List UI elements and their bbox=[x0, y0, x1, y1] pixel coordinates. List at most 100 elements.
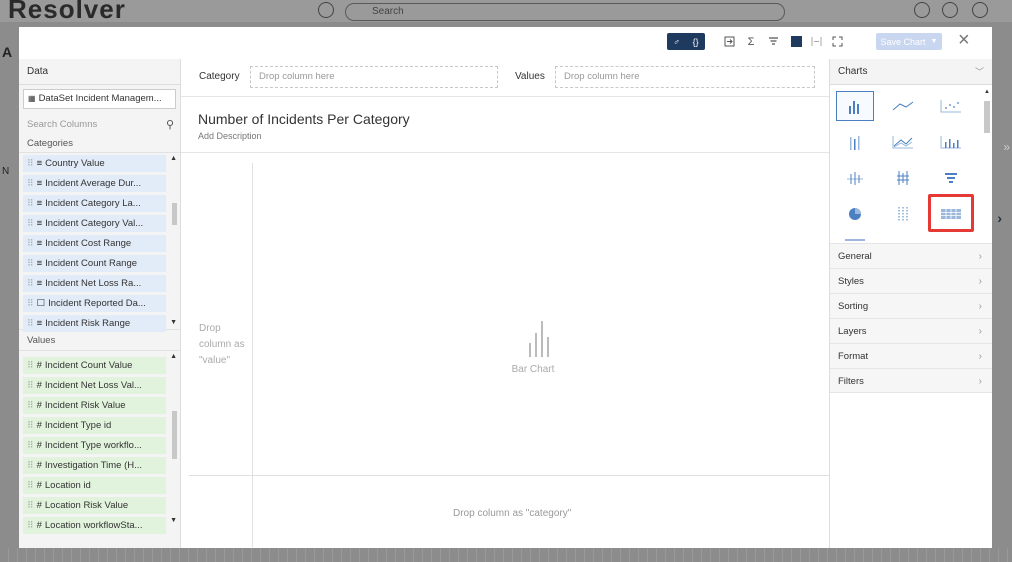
table-icon: ▦ bbox=[28, 94, 36, 103]
column-chart-option[interactable] bbox=[932, 127, 970, 157]
area-chart-icon bbox=[892, 136, 913, 149]
double-chevron-icon: » bbox=[1003, 140, 1010, 154]
value-item[interactable]: ⠿ # Location workflowSta... bbox=[23, 517, 166, 534]
chart-description[interactable]: Add Description bbox=[198, 131, 262, 141]
hash-icon: # bbox=[36, 360, 42, 371]
save-chart-button[interactable]: Save Chart ▼ bbox=[876, 33, 942, 50]
fullscreen-button[interactable] bbox=[830, 33, 844, 50]
scroll-up-icon[interactable]: ▲ bbox=[170, 353, 177, 360]
text-field-icon: ≡ bbox=[36, 218, 43, 229]
user-icon bbox=[972, 2, 988, 18]
chart-settings-panel: Charts ﹀ ▲ General › Styles › Sorting › … bbox=[829, 59, 992, 548]
category-item[interactable]: ⠿ ≡ Incident Risk Range bbox=[23, 315, 166, 332]
area-chart-option[interactable] bbox=[884, 127, 922, 157]
drag-handle-icon: ⠿ bbox=[27, 218, 34, 228]
scroll-up-icon[interactable]: ▲ bbox=[170, 155, 177, 162]
settings-icon bbox=[914, 2, 930, 18]
categories-scrollbar[interactable] bbox=[172, 203, 177, 225]
hash-icon: # bbox=[36, 440, 42, 451]
text-field-icon: ≡ bbox=[36, 178, 43, 189]
value-item[interactable]: ⠿ # Incident Type id bbox=[23, 417, 166, 434]
menu-item-format[interactable]: Format › bbox=[830, 343, 992, 368]
scatter-chart-option[interactable] bbox=[932, 91, 970, 121]
scroll-thumb[interactable] bbox=[984, 101, 990, 133]
value-item[interactable]: ⠿ # Location id bbox=[23, 477, 166, 494]
calendar-icon: ☐ bbox=[36, 298, 46, 309]
menu-item-filters[interactable]: Filters › bbox=[830, 368, 992, 393]
scroll-down-icon[interactable]: ▼ bbox=[170, 319, 177, 326]
funnel-chart-option[interactable] bbox=[932, 163, 970, 193]
save-chart-label: Save Chart bbox=[880, 36, 926, 47]
export-button[interactable] bbox=[721, 33, 737, 50]
chevron-right-icon: › bbox=[997, 210, 1002, 226]
box-plot-option[interactable] bbox=[836, 163, 874, 193]
scroll-up-icon[interactable]: ▲ bbox=[984, 89, 990, 95]
category-item[interactable]: ⠿ ≡ Incident Category Val... bbox=[23, 215, 166, 232]
search-columns-input[interactable]: Search Columns ⚲ bbox=[23, 115, 176, 135]
values-drop-zone[interactable]: Drop column here bbox=[555, 66, 815, 88]
value-item[interactable]: ⠿ # Incident Net Loss Val... bbox=[23, 377, 166, 394]
values-scrollbar[interactable] bbox=[172, 411, 177, 459]
chart-grid-scrollbar[interactable]: ▲ ▼ bbox=[984, 89, 990, 263]
drag-handle-icon: ⠿ bbox=[27, 278, 34, 288]
category-drop-zone[interactable]: Drop column here bbox=[250, 66, 498, 88]
chevron-down-icon: ﹀ bbox=[974, 67, 984, 77]
drag-handle-icon: ⠿ bbox=[27, 480, 34, 490]
bar-chart-option[interactable] bbox=[836, 91, 874, 121]
text-field-icon: ≡ bbox=[36, 158, 43, 169]
category-item[interactable]: ⠿ ≡ Incident Average Dur... bbox=[23, 175, 166, 192]
highlight-annotation bbox=[928, 194, 974, 232]
menu-item-styles[interactable]: Styles › bbox=[830, 268, 992, 293]
color-button[interactable] bbox=[789, 33, 803, 50]
chevron-right-icon: › bbox=[978, 251, 982, 262]
close-button[interactable]: × bbox=[958, 29, 970, 51]
value-item[interactable]: ⠿ # Location Risk Value bbox=[23, 497, 166, 514]
background-letter: A bbox=[2, 44, 13, 60]
range-bar-option[interactable] bbox=[884, 163, 922, 193]
menu-item-general[interactable]: General › bbox=[830, 243, 992, 268]
fullscreen-icon bbox=[832, 36, 842, 47]
scroll-down-icon[interactable]: ▼ bbox=[170, 517, 177, 524]
chevron-right-icon: › bbox=[978, 326, 982, 337]
dataset-selector[interactable]: ▦ DataSet Incident Managem... bbox=[23, 89, 176, 109]
drag-handle-icon: ⠿ bbox=[27, 400, 34, 410]
category-item[interactable]: ⠿ ≡ Country Value bbox=[23, 155, 166, 172]
value-item[interactable]: ⠿ # Incident Count Value bbox=[23, 357, 166, 374]
menu-item-layers[interactable]: Layers › bbox=[830, 318, 992, 343]
charts-title: Charts bbox=[838, 66, 868, 77]
dot-plot-option[interactable] bbox=[884, 199, 922, 229]
split-view-button[interactable] bbox=[809, 33, 823, 50]
value-item[interactable]: ⠿ # Incident Type workflo... bbox=[23, 437, 166, 454]
mode-toggle-button[interactable]: ♂ {} bbox=[667, 33, 705, 50]
drag-handle-icon: ⠿ bbox=[27, 420, 34, 430]
values-list: ⠿ # Incident Count Value ⠿ # Incident Net Lo… bbox=[19, 351, 180, 534]
filter-button[interactable] bbox=[765, 33, 781, 50]
pie-chart-option[interactable] bbox=[836, 199, 874, 229]
pin-icon: ♂ bbox=[673, 36, 681, 47]
category-item[interactable]: ⠿ ≡ Incident Net Loss Ra... bbox=[23, 275, 166, 292]
sigma-button[interactable]: Σ bbox=[743, 33, 759, 50]
category-drop-target[interactable]: Drop column as "category" bbox=[453, 508, 571, 519]
charts-header[interactable]: Charts ﹀ bbox=[830, 59, 992, 85]
line-chart-option[interactable] bbox=[884, 91, 922, 121]
background-search: Search bbox=[345, 3, 785, 21]
search-icon: ⚲ bbox=[165, 119, 174, 131]
category-item[interactable]: ⠿ ≡ Incident Cost Range bbox=[23, 235, 166, 252]
chevron-right-icon: › bbox=[978, 276, 982, 287]
chart-title[interactable]: Number of Incidents Per Category bbox=[198, 111, 410, 127]
category-item[interactable]: ⠿ ☐ Incident Reported Da... bbox=[23, 295, 166, 312]
value-item[interactable]: ⠿ # Incident Risk Value bbox=[23, 397, 166, 414]
drag-handle-icon: ⠿ bbox=[27, 158, 34, 168]
category-item[interactable]: ⠿ ≡ Incident Category La... bbox=[23, 195, 166, 212]
chart-canvas: Category Drop column here Values Drop co… bbox=[181, 59, 829, 548]
menu-item-sorting[interactable]: Sorting › bbox=[830, 293, 992, 318]
category-item[interactable]: ⠿ ≡ Incident Count Range bbox=[23, 255, 166, 272]
data-panel-title: Data bbox=[19, 59, 180, 85]
stacked-bar-option[interactable] bbox=[836, 127, 874, 157]
more-chart-option[interactable] bbox=[836, 235, 874, 241]
text-field-icon: ≡ bbox=[36, 318, 43, 329]
hash-icon: # bbox=[36, 480, 42, 491]
value-item[interactable]: ⠿ # Investigation Time (H... bbox=[23, 457, 166, 474]
chart-toolbar: ♂ {} Σ Save Chart ▼ × bbox=[19, 27, 992, 59]
value-drop-zone[interactable]: Drop column as "value" bbox=[199, 321, 249, 369]
